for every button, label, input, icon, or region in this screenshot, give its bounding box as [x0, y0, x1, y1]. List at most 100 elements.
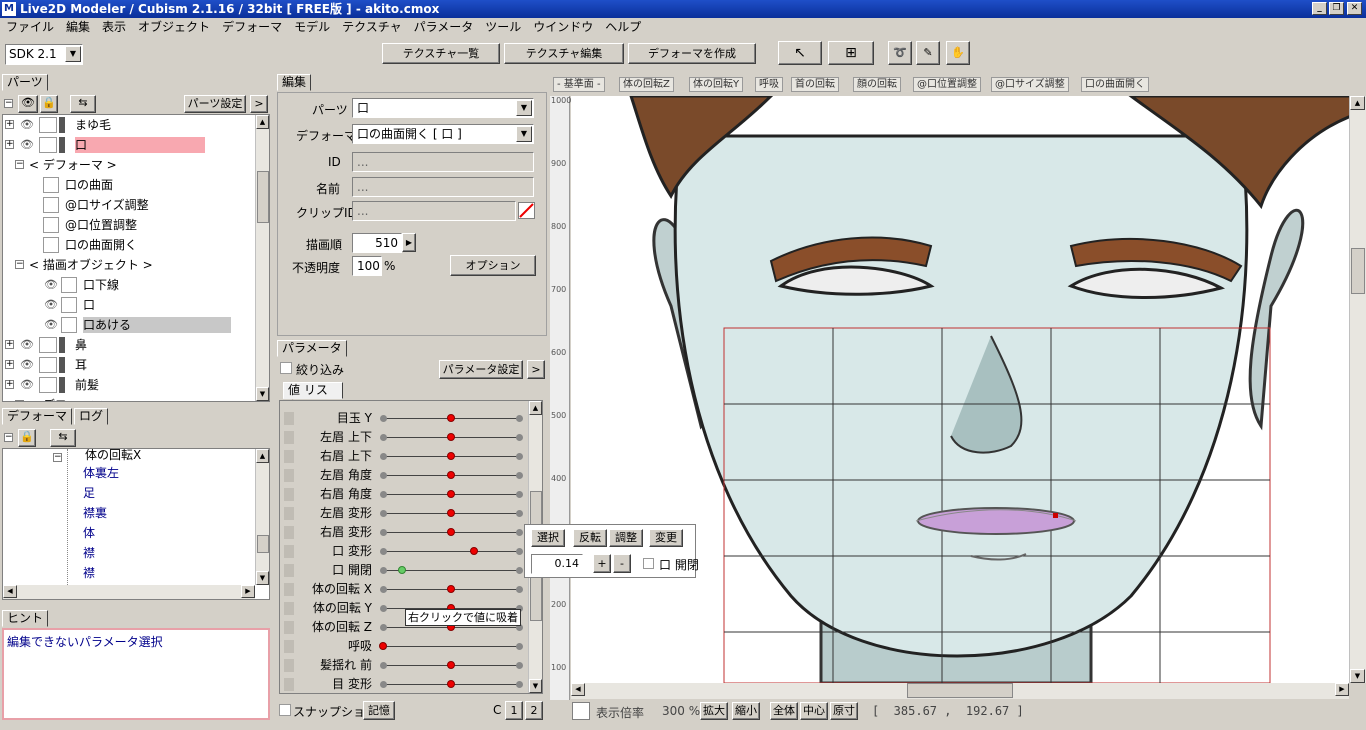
chevron-right-icon[interactable]: >	[250, 95, 268, 113]
adjust-button[interactable]: 調整	[609, 529, 643, 547]
lock-toggle-button[interactable]: 🔒	[40, 95, 58, 113]
lock-checkbox[interactable]	[39, 117, 57, 133]
slider-knob[interactable]	[447, 471, 455, 479]
eye-icon[interactable]: 👁	[19, 117, 35, 133]
eye-toggle-button[interactable]: 👁	[18, 95, 38, 113]
collapse-all-icon[interactable]: −	[4, 99, 13, 108]
brush-tool-button[interactable]: ✎	[916, 41, 940, 65]
lock-toggle-button[interactable]: 🔒	[18, 429, 36, 447]
deformer-select[interactable]: 口の曲面開く [ 口 ] ▼	[352, 124, 534, 144]
slider-knob[interactable]	[447, 661, 455, 669]
parameter-row[interactable]: 右眉 角度	[280, 485, 524, 504]
tree-row[interactable]: 👁 口	[3, 295, 253, 315]
parameter-row[interactable]: 口 開閉	[280, 561, 524, 580]
lock-checkbox[interactable]	[61, 297, 77, 313]
menu-deformer[interactable]: デフォーマ	[216, 18, 288, 37]
chevron-right-icon[interactable]: >	[527, 360, 545, 379]
decrement-button[interactable]: -	[613, 554, 631, 573]
center-button[interactable]: 中心	[800, 702, 828, 720]
page-2-button[interactable]: 2	[525, 701, 543, 720]
parameter-row[interactable]: 口 変形	[280, 542, 524, 561]
texture-list-button[interactable]: テクスチャ一覧	[382, 43, 500, 64]
tree-row[interactable]: @口位置調整	[3, 215, 253, 235]
deformer-scrollbar[interactable]: ▲ ▼	[255, 449, 269, 585]
slider-knob[interactable]	[447, 528, 455, 536]
canvas-tab[interactable]: 体の回転Y	[689, 77, 744, 92]
scroll-right-icon[interactable]: ▶	[241, 585, 255, 598]
expand-icon[interactable]: +	[5, 120, 14, 129]
color-swatch[interactable]	[572, 702, 590, 720]
opacity-field[interactable]: 100	[352, 256, 382, 276]
expand-icon[interactable]: +	[5, 340, 14, 349]
deformer-item[interactable]: 襟	[83, 563, 95, 583]
menu-parameter[interactable]: パラメータ	[408, 18, 480, 37]
slider-track[interactable]	[384, 551, 520, 552]
sdk-select[interactable]: SDK 2.1 ▼	[5, 44, 83, 65]
parameter-row[interactable]: 右眉 上下	[280, 447, 524, 466]
name-field[interactable]: ...	[352, 177, 534, 197]
parameter-row[interactable]: 呼吸	[280, 637, 524, 656]
create-deformer-button[interactable]: デフォーマを作成	[628, 43, 756, 64]
scroll-down-icon[interactable]: ▼	[529, 679, 542, 693]
deformer-item[interactable]: 足	[83, 483, 95, 503]
menu-object[interactable]: オブジェクト	[132, 18, 216, 37]
menu-texture[interactable]: テクスチャ	[336, 18, 408, 37]
item-checkbox[interactable]	[43, 217, 59, 233]
flip-button[interactable]: 反転	[573, 529, 607, 547]
tree-row[interactable]: + 👁 まゆ毛	[3, 115, 253, 135]
lock-checkbox[interactable]	[39, 137, 57, 153]
texture-edit-button[interactable]: テクスチャ編集	[504, 43, 624, 64]
expand-icon[interactable]: +	[5, 360, 14, 369]
lock-checkbox[interactable]	[39, 337, 57, 353]
id-field[interactable]: ...	[352, 152, 534, 172]
option-button[interactable]: オプション	[450, 255, 536, 276]
pin-tool-button[interactable]: ✋	[946, 41, 970, 65]
slider-knob[interactable]	[447, 585, 455, 593]
eye-icon[interactable]: 👁	[43, 297, 59, 313]
canvas-vscrollbar[interactable]: ▲ ▼	[1349, 96, 1366, 683]
eye-icon[interactable]: 👁	[19, 137, 35, 153]
maximize-button[interactable]: ❐	[1329, 2, 1344, 15]
scroll-left-icon[interactable]: ◀	[571, 683, 585, 696]
menu-help[interactable]: ヘルプ	[599, 18, 647, 37]
slider-knob[interactable]	[447, 490, 455, 498]
scroll-up-icon[interactable]: ▲	[529, 401, 542, 415]
slider-knob[interactable]	[379, 642, 387, 650]
tree-row[interactable]: @口サイズ調整	[3, 195, 253, 215]
deformer-item[interactable]: 体	[83, 523, 95, 543]
item-checkbox[interactable]	[43, 237, 59, 253]
tree-row[interactable]: + 👁 耳	[3, 355, 253, 375]
item-checkbox[interactable]	[43, 177, 59, 193]
page-1-button[interactable]: 1	[505, 701, 523, 720]
tab-parameter[interactable]: パラメータ	[277, 340, 347, 357]
tab-parts[interactable]: パーツ	[2, 74, 48, 91]
tree-row[interactable]: 👁 口あける	[3, 315, 253, 335]
collapse-icon[interactable]: −	[53, 453, 62, 462]
menu-model[interactable]: モデル	[288, 18, 336, 37]
canvas-tab[interactable]: @口位置調整	[913, 77, 981, 92]
scroll-thumb[interactable]	[257, 535, 269, 553]
scroll-left-icon[interactable]: ◀	[3, 585, 17, 598]
select-button[interactable]: 選択	[531, 529, 565, 547]
slider-knob[interactable]	[447, 433, 455, 441]
menu-edit[interactable]: 編集	[60, 18, 96, 37]
lock-checkbox[interactable]	[39, 377, 57, 393]
slider-knob[interactable]	[447, 680, 455, 688]
scroll-up-icon[interactable]: ▲	[256, 115, 269, 129]
parts-scrollbar[interactable]: ▲ ▼	[255, 115, 269, 401]
eye-icon[interactable]: 👁	[43, 277, 59, 293]
tree-row[interactable]: 口の曲面	[3, 175, 253, 195]
eye-icon[interactable]: 👁	[43, 317, 59, 333]
scroll-up-icon[interactable]: ▲	[1350, 96, 1365, 110]
collapse-all-icon[interactable]: −	[4, 433, 13, 442]
scroll-thumb[interactable]	[1351, 248, 1365, 294]
arrow-tool-button[interactable]: ↖	[778, 41, 822, 65]
menu-view[interactable]: 表示	[96, 18, 132, 37]
eye-icon[interactable]: 👁	[19, 357, 35, 373]
clip-select-button[interactable]	[518, 202, 535, 219]
fit-all-button[interactable]: 全体	[770, 702, 798, 720]
parameter-row[interactable]: 左眉 上下	[280, 428, 524, 447]
parameter-settings-button[interactable]: パラメータ設定	[439, 360, 523, 379]
slider-knob[interactable]	[447, 414, 455, 422]
scroll-down-icon[interactable]: ▼	[1350, 669, 1365, 683]
